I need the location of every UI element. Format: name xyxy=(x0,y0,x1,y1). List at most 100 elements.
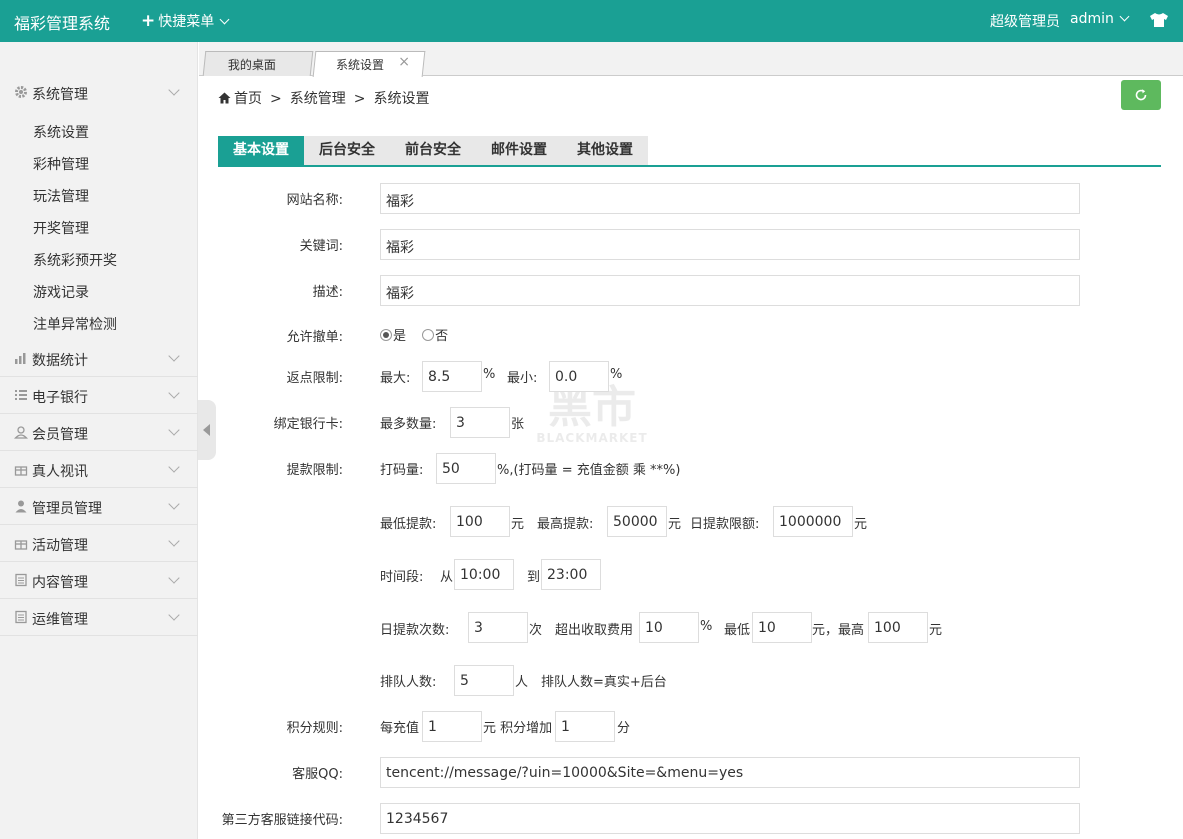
site-name-label: 网站名称: xyxy=(286,193,343,208)
fee-max-input[interactable]: 100 xyxy=(868,612,928,643)
allow-cancel-radios: 是 否 xyxy=(380,325,448,344)
close-icon[interactable]: × xyxy=(398,54,410,70)
sidebar-item-pre-draw[interactable]: 系统彩预开奖 xyxy=(33,250,117,270)
sidebar-group-live-video[interactable]: 真人视讯 xyxy=(0,451,198,488)
time-to-input[interactable]: 23:00 xyxy=(541,559,601,590)
tab-backend-security[interactable]: 后台安全 xyxy=(304,136,390,165)
rebate-label: 返点限制: xyxy=(286,371,343,386)
sidebar-item-play-types[interactable]: 玩法管理 xyxy=(33,186,89,206)
keywords-input[interactable]: 福彩 xyxy=(380,229,1080,260)
theme-shirt-icon[interactable] xyxy=(1149,12,1169,32)
tab-frontend-security[interactable]: 前台安全 xyxy=(390,136,476,165)
quick-menu-button[interactable]: + 快捷菜单 xyxy=(141,11,230,31)
points-increase-input[interactable]: 1 xyxy=(555,711,615,742)
sidebar-group-activities[interactable]: 活动管理 xyxy=(0,525,198,562)
bet-amount-input[interactable]: 50 xyxy=(436,453,496,484)
bet-amount-label: 打码量: xyxy=(380,463,424,478)
tab-label: 系统设置 xyxy=(335,58,384,72)
max-withdraw-input[interactable]: 50000 xyxy=(607,506,667,537)
sidebar-item-lottery-types[interactable]: 彩种管理 xyxy=(33,154,89,174)
description-label: 描述: xyxy=(312,285,343,300)
radio-label-yes: 是 xyxy=(393,329,407,344)
excess-fee-label: 超出收取费用 xyxy=(555,623,634,638)
chevron-down-icon xyxy=(168,461,180,473)
allow-cancel-yes-radio[interactable] xyxy=(380,329,392,341)
allow-cancel-no-radio[interactable] xyxy=(422,329,435,341)
rebate-min-input[interactable]: 0.0 xyxy=(549,361,609,392)
tab-basic-settings[interactable]: 基本设置 xyxy=(218,136,304,165)
tab-other-settings[interactable]: 其他设置 xyxy=(562,136,648,165)
refresh-button[interactable] xyxy=(1121,80,1161,110)
breadcrumb-system-management[interactable]: 系统管理 xyxy=(290,91,346,107)
queue-note: 排队人数=真实+后台 xyxy=(541,675,667,690)
time-to-label: 到 xyxy=(527,570,541,585)
sidebar-group-label: 会员管理 xyxy=(32,427,88,443)
yuan-unit: 元 xyxy=(511,517,525,532)
rebate-max-input[interactable]: 8.5 xyxy=(422,361,482,392)
sidebar-item-draw-management[interactable]: 开奖管理 xyxy=(33,218,89,238)
rebate-max-label: 最大: xyxy=(380,371,411,386)
third-party-service-label: 第三方客服链接代码: xyxy=(221,813,343,828)
chevron-down-icon xyxy=(168,535,180,547)
document-icon xyxy=(15,610,27,624)
sidebar-group-ops[interactable]: 运维管理 xyxy=(0,599,198,636)
excess-fee-input[interactable]: 10 xyxy=(639,612,699,643)
chevron-down-icon xyxy=(168,84,180,96)
sidebar-group-label: 管理员管理 xyxy=(32,501,102,517)
daily-count-input[interactable]: 3 xyxy=(468,612,528,643)
points-recharge-input[interactable]: 1 xyxy=(422,711,482,742)
min-withdraw-label: 最低提款: xyxy=(380,517,437,532)
sidebar-group-admins[interactable]: 管理员管理 xyxy=(0,488,198,525)
sidebar-group-system[interactable]: 系统管理 xyxy=(0,74,198,111)
sidebar-item-game-records[interactable]: 游戏记录 xyxy=(33,282,89,302)
top-bar: 福彩管理系统 + 快捷菜单 超级管理员 admin xyxy=(0,0,1183,42)
service-qq-input[interactable]: tencent://message/?uin=10000&Site=&menu=… xyxy=(380,757,1080,788)
tab-system-settings[interactable]: 系统设置 × xyxy=(312,51,426,77)
bank-card-label: 绑定银行卡: xyxy=(273,417,343,432)
time-from-label: 从 xyxy=(440,570,454,585)
time-range-label: 时间段: xyxy=(380,570,424,585)
gift-icon xyxy=(14,466,28,476)
role-label: 超级管理员 xyxy=(990,14,1060,30)
chevron-down-icon xyxy=(1119,11,1130,22)
sidebar-group-label: 活动管理 xyxy=(32,538,88,554)
fee-max-label: 元，最高 xyxy=(812,623,865,638)
breadcrumb-home[interactable]: 首页 xyxy=(234,91,262,107)
keywords-label: 关键词: xyxy=(299,239,343,254)
percent-unit: % xyxy=(610,367,623,382)
chevron-down-icon xyxy=(168,387,180,399)
document-icon xyxy=(15,573,27,587)
user-name: admin xyxy=(1070,11,1114,27)
fee-min-input[interactable]: 10 xyxy=(752,612,812,643)
third-party-service-input[interactable]: 1234567 xyxy=(380,803,1080,834)
sidebar-group-content[interactable]: 内容管理 xyxy=(0,562,198,599)
sidebar-group-ebank[interactable]: 电子银行 xyxy=(0,377,198,414)
sidebar-group-statistics[interactable]: 数据统计 xyxy=(0,340,198,377)
breadcrumb-current: 系统设置 xyxy=(373,91,430,107)
sidebar-group-members[interactable]: 会员管理 xyxy=(0,414,198,451)
description-input[interactable]: 福彩 xyxy=(380,275,1080,306)
queue-unit: 人 xyxy=(515,675,529,690)
site-name-input[interactable]: 福彩 xyxy=(380,183,1080,214)
home-icon xyxy=(218,92,231,104)
sidebar-item-bet-anomaly[interactable]: 注单异常检测 xyxy=(33,314,117,334)
breadcrumb-separator: > xyxy=(353,91,366,107)
sidebar-group-label: 数据统计 xyxy=(32,353,88,369)
page-tabs-bar: 我的桌面 系统设置 × xyxy=(199,42,1183,77)
sidebar-group-label: 真人视讯 xyxy=(32,464,88,480)
allow-cancel-label: 允许撤单: xyxy=(286,330,343,345)
user-menu[interactable]: admin xyxy=(1070,11,1130,27)
queue-count-input[interactable]: 5 xyxy=(454,665,514,696)
min-withdraw-input[interactable]: 100 xyxy=(450,506,510,537)
sidebar-item-system-settings[interactable]: 系统设置 xyxy=(33,122,89,142)
daily-limit-input[interactable]: 1000000 xyxy=(773,506,853,537)
tab-desktop[interactable]: 我的桌面 xyxy=(202,51,314,76)
time-from-input[interactable]: 10:00 xyxy=(454,559,514,590)
chevron-down-icon xyxy=(168,498,180,510)
watermark-subtext: BLACKMARKET xyxy=(536,431,648,445)
points-unit: 分 xyxy=(617,721,631,736)
tab-mail-settings[interactable]: 邮件设置 xyxy=(476,136,562,165)
sidebar-group-label: 内容管理 xyxy=(32,575,88,591)
bank-card-count-input[interactable]: 3 xyxy=(450,407,510,438)
radio-label-no: 否 xyxy=(435,329,449,344)
